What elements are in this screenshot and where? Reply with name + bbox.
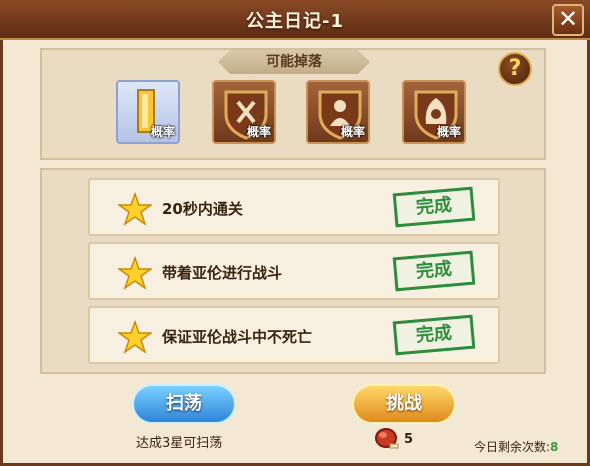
help-button[interactable]: ?	[498, 52, 532, 86]
remaining-attempts: 今日剩余次数:8	[474, 438, 558, 455]
title-bar: 公主日记-1	[0, 0, 590, 40]
stamina-cost: 5	[404, 432, 414, 447]
task-text: 保证亚伦战斗中不死亡	[162, 328, 313, 346]
close-button[interactable]: ✕	[552, 4, 584, 36]
star-icon	[118, 256, 152, 290]
drop-probability-label: 概率	[340, 125, 365, 139]
drop-item-gold[interactable]: 概率	[116, 80, 180, 144]
drop-item-shield-figure[interactable]: 概率	[306, 80, 370, 144]
completed-stamp: 完成	[392, 250, 476, 292]
drop-probability-label: 概率	[150, 125, 175, 139]
task-row: 保证亚伦战斗中不死亡 完成	[88, 306, 500, 364]
drops-banner: 可能掉落	[218, 50, 370, 74]
completed-stamp: 完成	[392, 186, 476, 228]
star-icon	[118, 192, 152, 226]
sweep-hint: 达成3星可扫荡	[136, 436, 223, 451]
remaining-label: 今日剩余次数:	[474, 440, 551, 454]
drop-item-shield-axe[interactable]: 概率	[212, 80, 276, 144]
close-icon: ✕	[557, 5, 579, 33]
completed-stamp: 完成	[392, 314, 476, 356]
drop-probability-label: 概率	[436, 125, 461, 139]
sweep-button[interactable]: 扫荡	[132, 384, 236, 424]
task-row: 带着亚伦进行战斗 完成	[88, 242, 500, 300]
challenge-button[interactable]: 挑战	[352, 384, 456, 424]
dialog-title: 公主日记-1	[246, 11, 344, 32]
drop-probability-label: 概率	[246, 125, 271, 139]
meat-stamina-icon	[375, 428, 399, 449]
remaining-value: 8	[550, 440, 559, 454]
task-row: 20秒内通关 完成	[88, 178, 500, 236]
task-text: 20秒内通关	[162, 200, 243, 218]
star-icon	[118, 320, 152, 354]
task-text: 带着亚伦进行战斗	[162, 264, 283, 282]
drop-item-shield-hood[interactable]: 概率	[402, 80, 466, 144]
